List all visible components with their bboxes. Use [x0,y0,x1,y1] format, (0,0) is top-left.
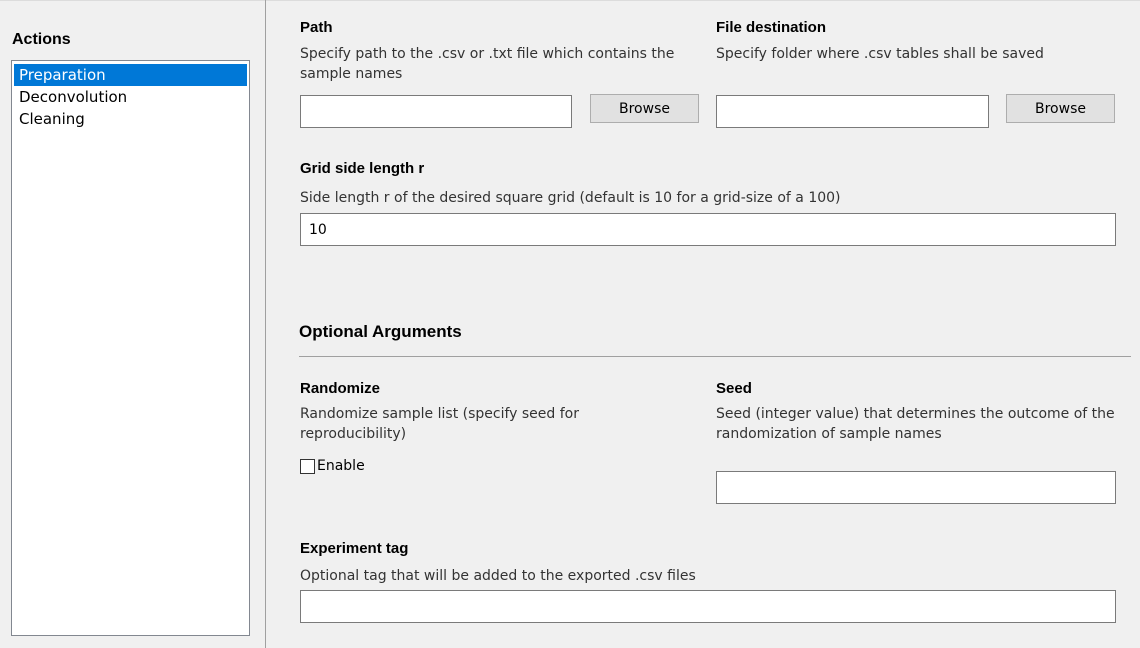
list-item-cleaning[interactable]: Cleaning [14,108,247,130]
destination-description: Specify folder where .csv tables shall b… [716,46,1044,62]
randomize-enable-row[interactable]: Enable [300,458,365,474]
destination-browse-button[interactable]: Browse [1006,94,1115,123]
seed-input[interactable] [716,471,1116,504]
panel-divider[interactable] [265,0,266,648]
top-border [0,0,1140,1]
optional-arguments-title: Optional Arguments [299,322,462,341]
randomize-enable-checkbox[interactable] [300,458,315,474]
seed-heading: Seed [716,380,752,397]
experiment-tag-input[interactable] [300,590,1116,623]
path-description: Specify path to the .csv or .txt file wh… [300,46,675,82]
randomize-heading: Randomize [300,380,381,397]
experiment-tag-heading: Experiment tag [300,540,409,557]
experiment-tag-description: Optional tag that will be added to the e… [300,568,696,584]
grid-size-input[interactable]: 10 [300,213,1116,246]
randomize-description: Randomize sample list (specify seed for … [300,406,579,442]
path-input[interactable] [300,95,572,128]
path-browse-button[interactable]: Browse [590,94,699,123]
section-divider [299,356,1131,357]
path-heading: Path [300,19,333,36]
list-item-preparation[interactable]: Preparation [14,64,247,86]
list-item-deconvolution[interactable]: Deconvolution [14,86,247,108]
grid-description: Side length r of the desired square grid… [300,190,841,206]
randomize-enable-label[interactable]: Enable [317,458,365,474]
destination-heading: File destination [716,19,827,36]
actions-listbox[interactable]: Preparation Deconvolution Cleaning [11,60,250,636]
actions-title: Actions [12,31,71,48]
grid-heading: Grid side length r [300,160,425,177]
seed-description: Seed (integer value) that determines the… [716,406,1115,442]
destination-input[interactable] [716,95,989,128]
